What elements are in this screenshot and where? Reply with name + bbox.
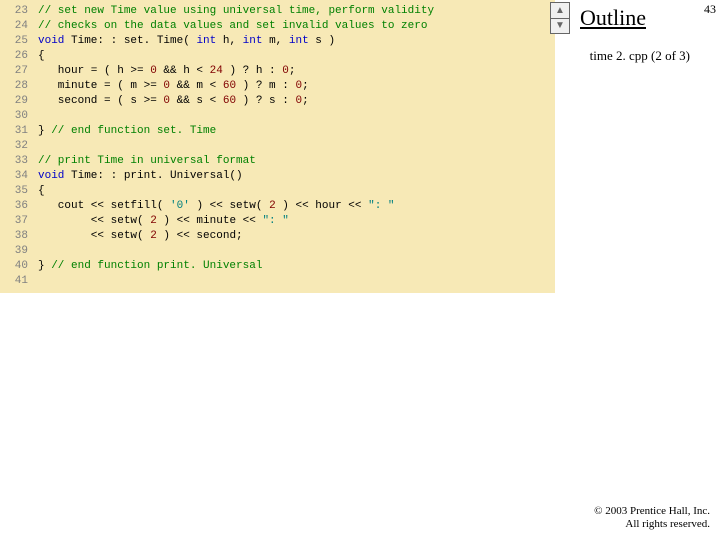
line-number: 36 bbox=[0, 199, 38, 214]
line-number: 26 bbox=[0, 49, 38, 64]
code-line: 27 hour = ( h >= 0 && h < 24 ) ? h : 0; bbox=[0, 64, 555, 79]
nav-down-icon[interactable]: ▼ bbox=[551, 19, 569, 34]
file-label: time 2. cpp (2 of 3) bbox=[550, 48, 690, 64]
copyright: © 2003 Prentice Hall, Inc. All rights re… bbox=[594, 505, 710, 533]
code-content: void Time: : print. Universal() bbox=[38, 169, 243, 184]
code-content: minute = ( m >= 0 && m < 60 ) ? m : 0; bbox=[38, 79, 309, 94]
copyright-line2: All rights reserved. bbox=[594, 518, 710, 532]
code-line: 33// print Time in universal format bbox=[0, 154, 555, 169]
code-line: 32 bbox=[0, 139, 555, 154]
line-number: 30 bbox=[0, 109, 38, 124]
code-content: << setw( 2 ) << minute << ": " bbox=[38, 214, 289, 229]
line-number: 37 bbox=[0, 214, 38, 229]
code-content: // print Time in universal format bbox=[38, 154, 256, 169]
code-line: 40} // end function print. Universal bbox=[0, 259, 555, 274]
nav-icons: ▲ ▼ bbox=[550, 2, 570, 34]
line-number: 32 bbox=[0, 139, 38, 154]
code-line: 28 minute = ( m >= 0 && m < 60 ) ? m : 0… bbox=[0, 79, 555, 94]
line-number: 23 bbox=[0, 4, 38, 19]
code-content: } // end function print. Universal bbox=[38, 259, 262, 274]
outline-title[interactable]: Outline bbox=[580, 5, 646, 31]
code-content: // set new Time value using universal ti… bbox=[38, 4, 434, 19]
code-line: 41 bbox=[0, 274, 555, 289]
line-number: 34 bbox=[0, 169, 38, 184]
code-content: << setw( 2 ) << second; bbox=[38, 229, 243, 244]
code-line: 37 << setw( 2 ) << minute << ": " bbox=[0, 214, 555, 229]
line-number: 35 bbox=[0, 184, 38, 199]
code-content: void Time: : set. Time( int h, int m, in… bbox=[38, 34, 335, 49]
copyright-line1: © 2003 Prentice Hall, Inc. bbox=[594, 505, 710, 519]
line-number: 41 bbox=[0, 274, 38, 289]
code-content: { bbox=[38, 49, 45, 64]
code-content: { bbox=[38, 184, 45, 199]
code-line: 26{ bbox=[0, 49, 555, 64]
sidebar: ▲ ▼ Outline time 2. cpp (2 of 3) bbox=[550, 2, 690, 64]
code-content: // checks on the data values and set inv… bbox=[38, 19, 427, 34]
line-number: 33 bbox=[0, 154, 38, 169]
code-line: 36 cout << setfill( '0' ) << setw( 2 ) <… bbox=[0, 199, 555, 214]
line-number: 28 bbox=[0, 79, 38, 94]
code-content: } // end function set. Time bbox=[38, 124, 216, 139]
code-line: 35{ bbox=[0, 184, 555, 199]
code-line: 30 bbox=[0, 109, 555, 124]
code-line: 38 << setw( 2 ) << second; bbox=[0, 229, 555, 244]
nav-up-icon[interactable]: ▲ bbox=[551, 3, 569, 19]
line-number: 39 bbox=[0, 244, 38, 259]
line-number: 27 bbox=[0, 64, 38, 79]
code-content: hour = ( h >= 0 && h < 24 ) ? h : 0; bbox=[38, 64, 295, 79]
code-line: 29 second = ( s >= 0 && s < 60 ) ? s : 0… bbox=[0, 94, 555, 109]
line-number: 25 bbox=[0, 34, 38, 49]
code-line: 31} // end function set. Time bbox=[0, 124, 555, 139]
code-line: 25void Time: : set. Time( int h, int m, … bbox=[0, 34, 555, 49]
line-number: 40 bbox=[0, 259, 38, 274]
code-block: 23// set new Time value using universal … bbox=[0, 0, 555, 293]
code-line: 23// set new Time value using universal … bbox=[0, 4, 555, 19]
page-number: 43 bbox=[704, 2, 716, 17]
line-number: 38 bbox=[0, 229, 38, 244]
line-number: 24 bbox=[0, 19, 38, 34]
code-content: cout << setfill( '0' ) << setw( 2 ) << h… bbox=[38, 199, 395, 214]
code-line: 39 bbox=[0, 244, 555, 259]
line-number: 29 bbox=[0, 94, 38, 109]
code-line: 24// checks on the data values and set i… bbox=[0, 19, 555, 34]
line-number: 31 bbox=[0, 124, 38, 139]
code-line: 34void Time: : print. Universal() bbox=[0, 169, 555, 184]
code-content: second = ( s >= 0 && s < 60 ) ? s : 0; bbox=[38, 94, 309, 109]
